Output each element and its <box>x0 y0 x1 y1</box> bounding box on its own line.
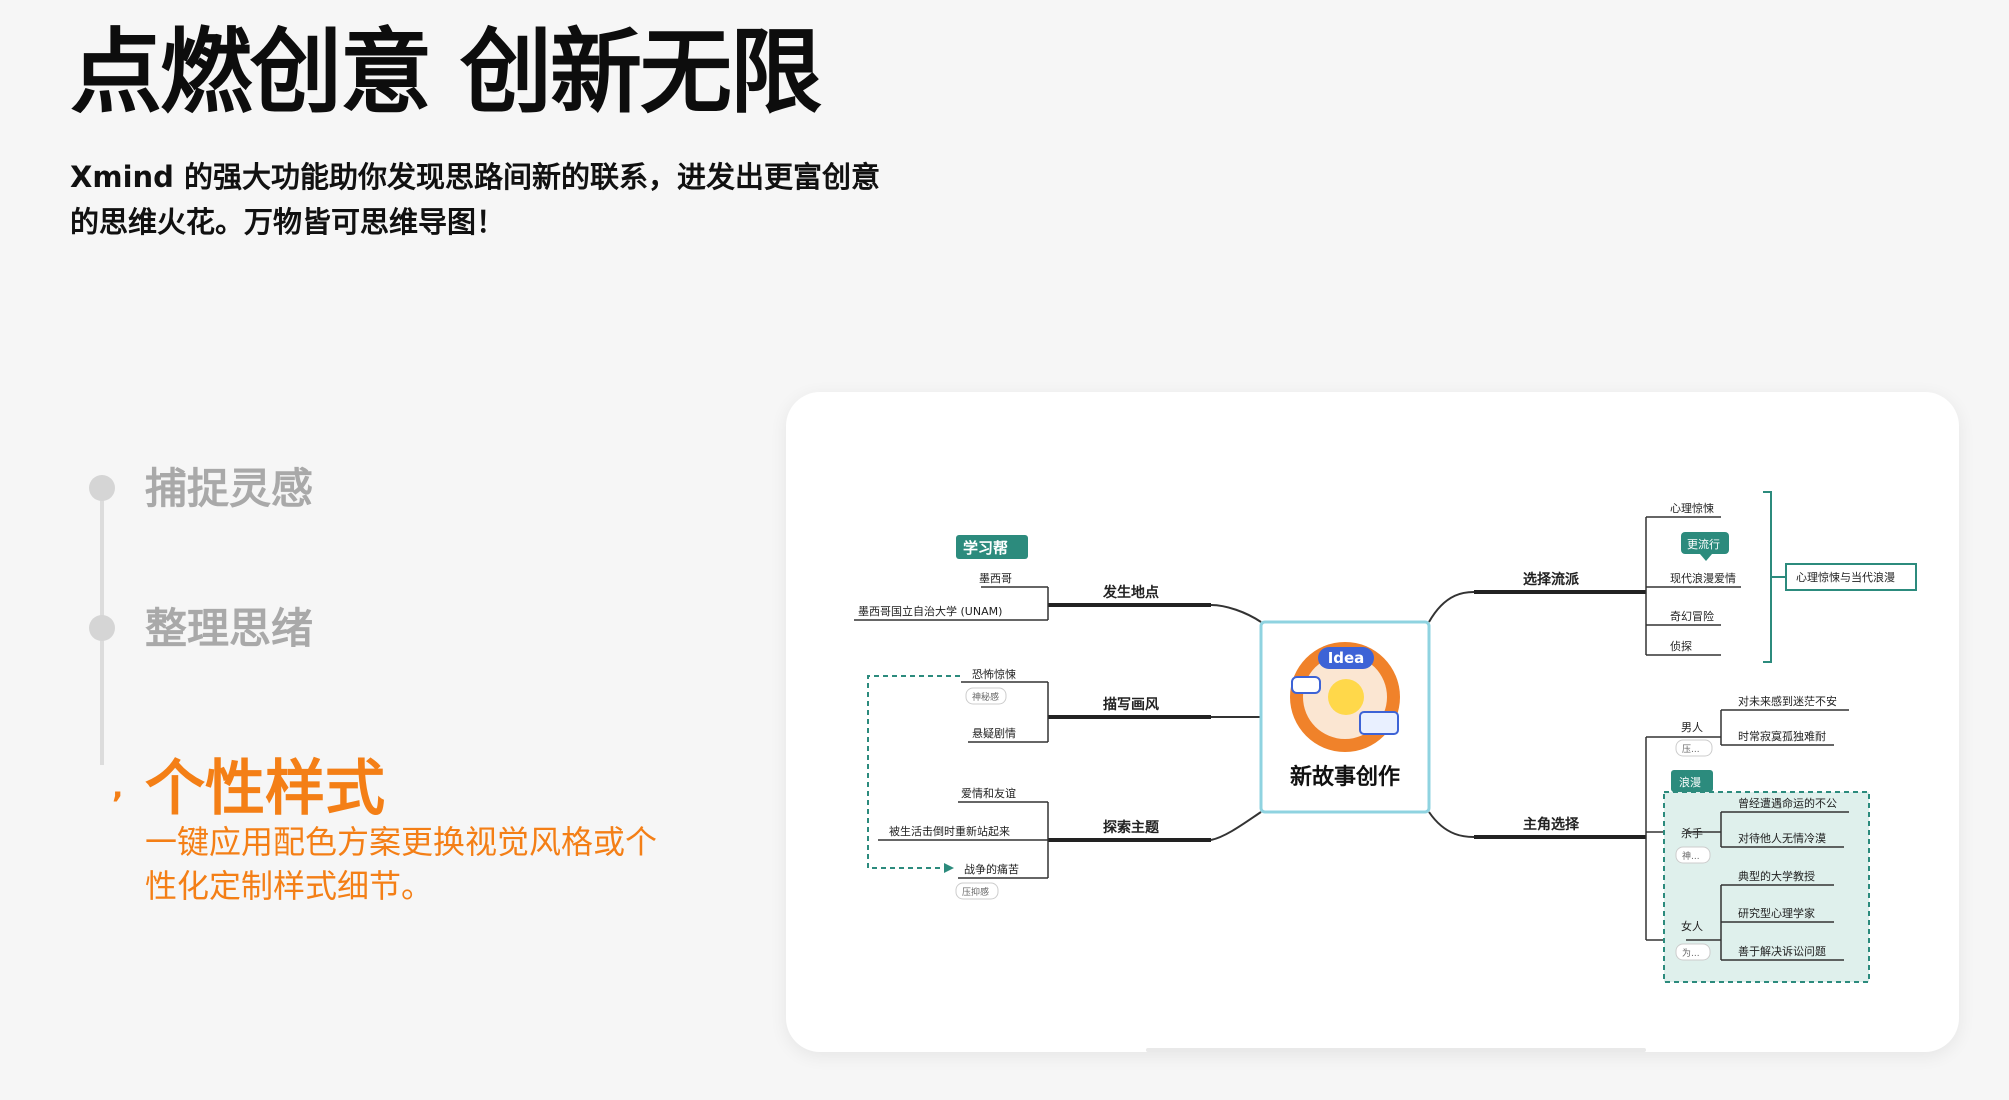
card-scrollbar[interactable] <box>1146 1048 1646 1052</box>
timeline-dot <box>89 475 115 501</box>
active-indicator-icon: , <box>112 770 124 805</box>
hero-subtitle: Xmind 的强大功能助你发现思路间新的联系，进发出更富创意 的思维火花。万物皆… <box>70 155 910 245</box>
feature-description: 一键应用配色方案更换视觉风格或个性化定制样式细节。 <box>145 823 658 905</box>
svg-text:心理惊悚与当代浪漫: 心理惊悚与当代浪漫 <box>1796 570 1895 584</box>
svg-text:压...: 压... <box>1682 744 1700 755</box>
subtopic: 爱情和友谊 <box>961 786 1016 800</box>
svg-text:典型的大学教授: 典型的大学教授 <box>1738 869 1815 883</box>
character-group: 杀手 <box>1681 826 1703 840</box>
character-group: 男人 <box>1681 721 1703 734</box>
character-group: 女人 <box>1681 919 1703 933</box>
relationship-line <box>867 675 960 869</box>
mindmap-canvas: Idea 新故事创作 发生地点 学习帮 墨西哥 墨西哥国立自治大学 (UNAM)… <box>854 491 1917 983</box>
hero-subtitle-line1: Xmind 的强大功能助你发现思路间新的联系，进发出更富创意 <box>70 160 881 194</box>
note-tag: 压抑感 <box>962 886 989 898</box>
svg-text:研究型心理学家: 研究型心理学家 <box>1738 906 1815 920</box>
timeline-dot <box>89 615 115 641</box>
subtopic: 战争的痛苦 <box>964 862 1019 876</box>
summary-brace <box>1763 491 1772 663</box>
svg-text:更流行: 更流行 <box>1687 537 1720 551</box>
subtopic: 心理惊悚 <box>1670 501 1714 515</box>
svg-text:时常寂寞孤独难耐: 时常寂寞孤独难耐 <box>1738 729 1826 743</box>
svg-text:对待他人无情冷漠: 对待他人无情冷漠 <box>1738 831 1826 845</box>
svg-text:善于解决诉讼问题: 善于解决诉讼问题 <box>1738 944 1826 958</box>
subtopic: 被生活击倒时重新站起来 <box>889 824 1010 838</box>
subtopic: 侦探 <box>1670 640 1692 653</box>
svg-text:神...: 神... <box>1682 850 1700 862</box>
topic-location: 发生地点 <box>1102 584 1159 601</box>
note-tag: 神秘感 <box>972 691 999 703</box>
svg-text:学习帮: 学习帮 <box>963 539 1008 557</box>
topic-genre: 选择流派 <box>1523 571 1580 588</box>
hero-title: 点燃创意 创新无限 <box>70 19 822 126</box>
hero-subtitle-line2: 的思维火花。万物皆可思维导图！ <box>70 205 506 239</box>
svg-text:曾经遭遇命运的不公: 曾经遭遇命运的不公 <box>1738 796 1837 810</box>
feature-label-active: 个性样式 <box>145 754 385 824</box>
subtopic: 墨西哥 <box>979 572 1012 585</box>
central-topic-label: 新故事创作 <box>1290 764 1400 790</box>
subtopic: 墨西哥国立自治大学 (UNAM) <box>858 604 1002 618</box>
feature-list: 捕捉灵感 整理思绪 , 个性样式 一键应用配色方案更换视觉风格或个性化定制样式细… <box>80 455 657 915</box>
central-badge-text: Idea <box>1328 649 1365 667</box>
subtopic: 奇幻冒险 <box>1670 609 1714 623</box>
topic-style: 描写画风 <box>1103 696 1159 713</box>
subtopic: 现代浪漫爱情 <box>1670 571 1736 585</box>
topic-theme: 探索主题 <box>1103 819 1160 836</box>
subtopic: 恐怖惊悚 <box>972 667 1016 681</box>
mindmap-preview-card: Idea 新故事创作 发生地点 学习帮 墨西哥 墨西哥国立自治大学 (UNAM)… <box>786 392 1959 1052</box>
svg-text:对未来感到迷茫不安: 对未来感到迷茫不安 <box>1738 694 1837 708</box>
svg-text:为...: 为... <box>1682 947 1700 959</box>
topic-protagonist: 主角选择 <box>1523 816 1580 833</box>
feature-label: 整理思绪 <box>145 604 314 653</box>
subtopic: 悬疑剧情 <box>972 727 1016 740</box>
feature-label: 捕捉灵感 <box>145 464 314 513</box>
boundary-label: 浪漫 <box>1679 775 1701 789</box>
